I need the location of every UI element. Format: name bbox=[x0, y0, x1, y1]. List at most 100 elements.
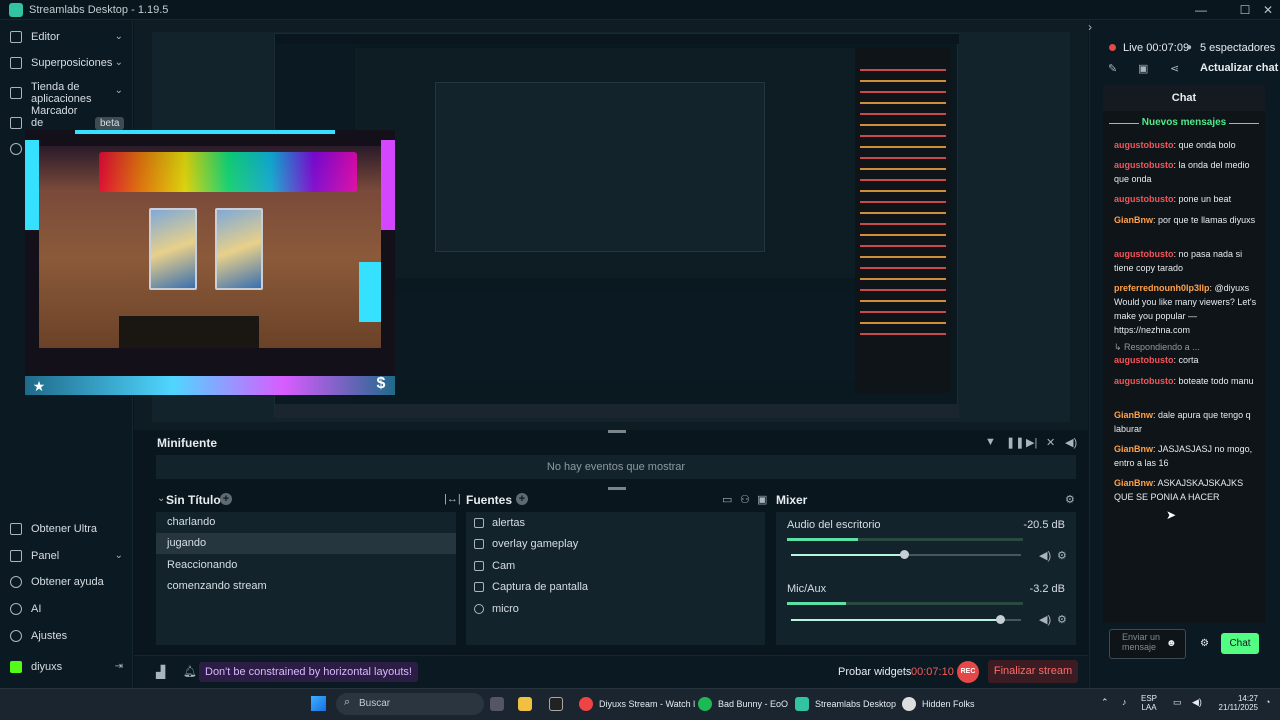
chat-user[interactable]: GianBnw bbox=[1114, 444, 1153, 454]
source-item[interactable]: alertas bbox=[466, 512, 765, 533]
chat-text: por que te llamas diyuxs bbox=[1158, 215, 1256, 225]
speaker-icon[interactable]: ◀) bbox=[1039, 613, 1051, 626]
test-widgets-button[interactable]: Probar widgets bbox=[838, 666, 911, 678]
language-indicator[interactable]: ESP LAA bbox=[1141, 694, 1157, 712]
volume-slider[interactable] bbox=[791, 615, 1021, 624]
chat-user[interactable]: augustobusto bbox=[1114, 160, 1174, 170]
chat-message: augustobusto: corta bbox=[1114, 355, 1199, 365]
volume-icon[interactable]: ◀) bbox=[1192, 697, 1202, 708]
skip-icon[interactable]: ▶| bbox=[1026, 436, 1037, 449]
scene-item[interactable]: jugando bbox=[156, 533, 456, 554]
scene-item[interactable]: charlando bbox=[156, 512, 456, 533]
chevron-right-icon[interactable]: › bbox=[1088, 20, 1092, 34]
keyboard-image bbox=[99, 152, 357, 192]
taskbar-search[interactable]: Buscar bbox=[336, 693, 484, 715]
sidebar-item-label: Editor bbox=[31, 31, 60, 43]
emoji-icon[interactable]: ☻ bbox=[1166, 638, 1177, 649]
clock[interactable]: 14:27 21/11/2025 bbox=[1206, 694, 1258, 712]
taskbar-app[interactable]: Bad Bunny - EoO bbox=[698, 697, 788, 711]
webcam-overlay[interactable]: ★ $ bbox=[25, 130, 395, 395]
volume-slider-fill bbox=[791, 554, 904, 556]
speaker-icon[interactable]: ◀) bbox=[1039, 549, 1051, 562]
performance-icon[interactable]: ▟ bbox=[156, 665, 165, 679]
chat-user[interactable]: GianBnw bbox=[1114, 215, 1153, 225]
sidebar-item-editor[interactable]: Editor ⌄ bbox=[0, 24, 133, 50]
chat-settings-icon[interactable]: ⚙ bbox=[1200, 638, 1209, 649]
maximize-button[interactable]: ☐ bbox=[1236, 2, 1254, 18]
taskbar-app[interactable]: Hidden Folks bbox=[902, 697, 975, 711]
sidebar-item-app-store[interactable]: Tienda de aplicaciones ⌄ bbox=[0, 78, 133, 108]
chat-message: augustobusto: no pasa nada si tiene copy… bbox=[1114, 249, 1243, 273]
edit-icon[interactable]: ✎ bbox=[1108, 62, 1117, 75]
chat-user[interactable]: augustobusto bbox=[1114, 194, 1174, 204]
network-icon[interactable]: ▭ bbox=[1173, 697, 1182, 708]
chat-user[interactable]: preferrednounh0lp3llp bbox=[1114, 283, 1210, 293]
source-item[interactable]: Cam bbox=[466, 555, 765, 576]
monitor-icon bbox=[474, 581, 484, 592]
sidebar-item-settings[interactable]: Ajustes bbox=[0, 623, 133, 649]
chat-user[interactable]: augustobusto bbox=[1114, 249, 1174, 259]
scene-item[interactable]: Reaccionando bbox=[156, 555, 456, 576]
sidebar-item-ai[interactable]: AI bbox=[0, 596, 133, 622]
chevron-down-icon: ⌄ bbox=[114, 57, 123, 68]
camera-icon[interactable]: ▣ bbox=[1138, 62, 1148, 75]
refresh-chat-button[interactable]: Actualizar chat bbox=[1200, 62, 1278, 74]
chat-send-button[interactable]: Chat bbox=[1221, 633, 1259, 654]
taskbar-app[interactable]: Streamlabs Desktop bbox=[795, 697, 896, 711]
logout-icon[interactable]: ⇥ bbox=[115, 661, 123, 672]
link-icon[interactable]: ⚇ bbox=[740, 493, 750, 506]
sidebar-item-dashboard[interactable]: Panel ⌄ bbox=[0, 543, 133, 569]
chat-user[interactable]: GianBnw bbox=[1114, 410, 1153, 420]
chat-text: que onda bolo bbox=[1178, 140, 1236, 150]
taskbar-widget-icon[interactable] bbox=[490, 697, 510, 711]
source-item[interactable]: micro bbox=[466, 598, 765, 619]
taskbar-explorer-icon[interactable] bbox=[518, 697, 538, 711]
filter-icon[interactable]: ▼ bbox=[985, 436, 996, 448]
microphone-icon[interactable]: ♪ bbox=[1122, 697, 1127, 707]
gear-icon[interactable]: ⚙ bbox=[1065, 493, 1075, 506]
pause-icon[interactable]: ❚❚ bbox=[1006, 436, 1024, 449]
taskbar-epic-icon[interactable] bbox=[549, 697, 569, 711]
chat-user[interactable]: GianBnw bbox=[1114, 478, 1153, 488]
mute-alerts-icon[interactable]: ✕ bbox=[1046, 436, 1055, 449]
notification-bell-icon[interactable]: ◔ bbox=[1265, 697, 1270, 707]
sidebar-item-ultra[interactable]: Obtener Ultra bbox=[0, 516, 133, 542]
chat-user[interactable]: augustobusto bbox=[1114, 355, 1174, 365]
add-source-button[interactable]: + bbox=[516, 493, 528, 505]
record-button[interactable]: REC bbox=[957, 661, 979, 683]
slider-knob[interactable] bbox=[899, 550, 909, 559]
chat-user[interactable]: augustobusto bbox=[1114, 376, 1174, 386]
chat-text: pone un beat bbox=[1178, 194, 1232, 204]
chat-user[interactable]: augustobusto bbox=[1114, 140, 1174, 150]
volume-slider[interactable] bbox=[791, 550, 1021, 559]
windows-start-icon[interactable] bbox=[311, 696, 326, 711]
scene-item[interactable]: comenzando stream bbox=[156, 576, 456, 597]
folder-icon[interactable]: ▭ bbox=[722, 493, 732, 506]
sidebar-item-account[interactable]: diyuxs ⇥ bbox=[0, 654, 133, 680]
add-scene-button[interactable]: + bbox=[220, 493, 232, 505]
gear-icon[interactable]: ⚙ bbox=[1057, 549, 1067, 562]
source-item[interactable]: overlay gameplay bbox=[466, 533, 765, 554]
share-icon[interactable]: ⋖ bbox=[1170, 62, 1179, 75]
end-stream-button[interactable]: Finalizar stream bbox=[988, 660, 1078, 683]
source-item[interactable]: Captura de pantalla bbox=[466, 576, 765, 597]
minimize-button[interactable]: — bbox=[1192, 2, 1210, 18]
slider-knob[interactable] bbox=[996, 615, 1006, 624]
chevron-down-icon[interactable]: ⌄ bbox=[157, 493, 165, 504]
add-folder-icon[interactable]: ▣ bbox=[757, 493, 767, 506]
gear-icon[interactable]: ⚙ bbox=[1057, 613, 1067, 626]
tray-chevron-icon[interactable]: ⌃ bbox=[1101, 697, 1109, 708]
resize-handle[interactable] bbox=[608, 430, 626, 433]
sidebar-item-help[interactable]: Obtener ayuda bbox=[0, 569, 133, 595]
sidebar-item-label: diyuxs bbox=[31, 661, 63, 673]
taskbar-app[interactable]: Diyuxs Stream - Watch l bbox=[579, 697, 695, 711]
promo-banner[interactable]: Don't be constrained by horizontal layou… bbox=[199, 662, 418, 682]
close-button[interactable]: ✕ bbox=[1259, 2, 1277, 18]
scene-transition-icon[interactable]: |↔| bbox=[444, 493, 461, 505]
resize-handle[interactable] bbox=[608, 487, 626, 490]
volume-icon[interactable]: ◀) bbox=[1065, 436, 1077, 449]
nested-taskbar bbox=[275, 404, 959, 418]
source-label: alertas bbox=[492, 516, 526, 529]
sidebar-item-overlays[interactable]: Superposiciones ⌄ bbox=[0, 50, 133, 76]
notification-icon[interactable]: 🔔︎ bbox=[183, 665, 197, 678]
